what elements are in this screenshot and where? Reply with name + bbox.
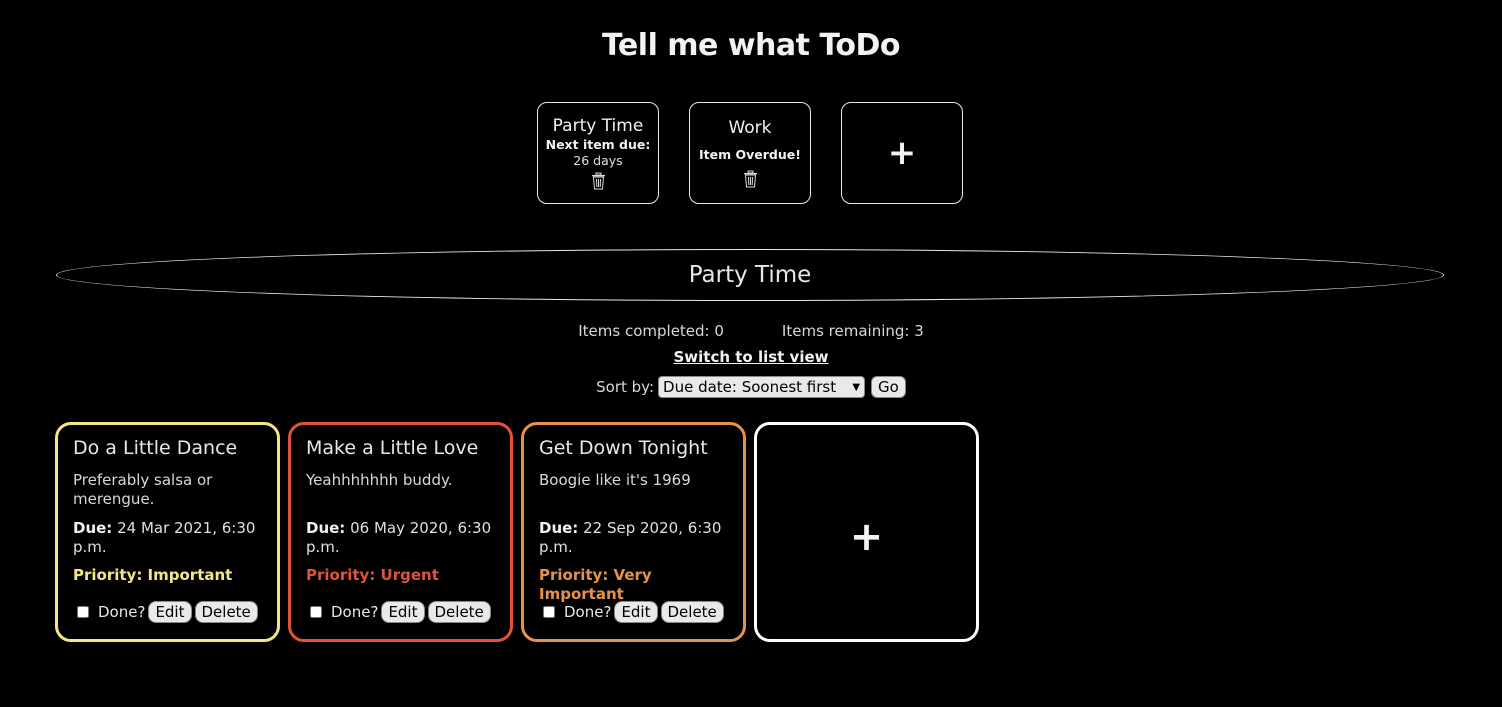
todo-app: Tell me what ToDo Party Time Next item d…	[0, 0, 1502, 707]
task-title: Get Down Tonight	[539, 437, 708, 459]
task-actions: Done? Edit Delete	[310, 601, 491, 623]
switch-view-row: Switch to list view	[0, 347, 1502, 366]
task-card: Get Down Tonight Boogie like it's 1969 D…	[521, 422, 746, 642]
list-card-party-time[interactable]: Party Time Next item due: 26 days	[537, 102, 659, 204]
switch-to-list-view-link[interactable]: Switch to list view	[673, 348, 828, 366]
delete-button[interactable]: Delete	[194, 601, 258, 623]
list-name: Party Time	[552, 115, 644, 136]
app-title: Tell me what ToDo	[601, 28, 901, 63]
done-checkbox[interactable]	[77, 606, 89, 618]
plus-icon: +	[887, 133, 917, 173]
due-label: Due:	[73, 519, 113, 537]
current-list-banner: Party Time	[56, 249, 1444, 301]
task-title: Do a Little Dance	[73, 437, 238, 459]
list-overdue-status: Item Overdue!	[699, 146, 801, 162]
list-selector: Party Time Next item due: 26 days Work I…	[537, 102, 963, 204]
edit-button[interactable]: Edit	[614, 601, 658, 623]
due-label: Due:	[306, 519, 346, 537]
task-due: Due: 22 Sep 2020, 6:30 p.m.	[539, 519, 728, 557]
task-description: Preferably salsa or merengue.	[73, 471, 213, 508]
items-completed: Items completed: 0	[578, 322, 724, 340]
list-due-value: 26 days	[573, 152, 623, 168]
chevron-down-icon: ▼	[852, 381, 861, 393]
task-due: Due: 06 May 2020, 6:30 p.m.	[306, 519, 495, 557]
task-due: Due: 24 Mar 2021, 6:30 p.m.	[73, 519, 262, 557]
sort-label: Sort by:	[596, 378, 655, 396]
due-label: Due:	[539, 519, 579, 537]
sort-controls: Sort by: Due date: Soonest first ▼ Go	[0, 376, 1502, 398]
done-label: Done?	[98, 603, 146, 621]
done-label: Done?	[331, 603, 379, 621]
task-priority: Priority: Urgent	[306, 566, 439, 584]
delete-button[interactable]: Delete	[660, 601, 724, 623]
done-checkbox[interactable]	[310, 606, 322, 618]
add-list-button[interactable]: +	[841, 102, 963, 204]
task-description: Yeahhhhhhh buddy.	[306, 471, 453, 489]
trash-icon[interactable]	[590, 172, 607, 190]
current-list-title: Party Time	[688, 262, 812, 288]
task-priority: Priority: Very Important	[539, 566, 652, 603]
sort-go-button[interactable]: Go	[871, 376, 906, 398]
list-stats: Items completed: 0 Items remaining: 3	[0, 322, 1502, 340]
trash-icon[interactable]	[742, 170, 759, 188]
sort-select[interactable]: Due date: Soonest first ▼	[658, 376, 866, 398]
task-actions: Done? Edit Delete	[77, 601, 258, 623]
done-checkbox[interactable]	[543, 606, 555, 618]
add-task-button[interactable]: +	[754, 422, 979, 642]
list-due-label: Next item due:	[545, 136, 651, 152]
plus-icon: +	[849, 514, 884, 560]
task-actions: Done? Edit Delete	[543, 601, 724, 623]
edit-button[interactable]: Edit	[381, 601, 425, 623]
task-priority: Priority: Important	[73, 566, 233, 584]
task-grid: Do a Little Dance Preferably salsa or me…	[55, 422, 979, 642]
task-title: Make a Little Love	[306, 437, 479, 459]
delete-button[interactable]: Delete	[427, 601, 491, 623]
task-card: Make a Little Love Yeahhhhhhh buddy. Due…	[288, 422, 513, 642]
task-description: Boogie like it's 1969	[539, 471, 691, 489]
list-name: Work	[728, 117, 772, 138]
done-label: Done?	[564, 603, 612, 621]
list-card-work[interactable]: Work Item Overdue!	[689, 102, 811, 204]
sort-selected-value: Due date: Soonest first	[663, 378, 837, 396]
items-remaining: Items remaining: 3	[781, 322, 924, 340]
task-card: Do a Little Dance Preferably salsa or me…	[55, 422, 280, 642]
edit-button[interactable]: Edit	[148, 601, 192, 623]
